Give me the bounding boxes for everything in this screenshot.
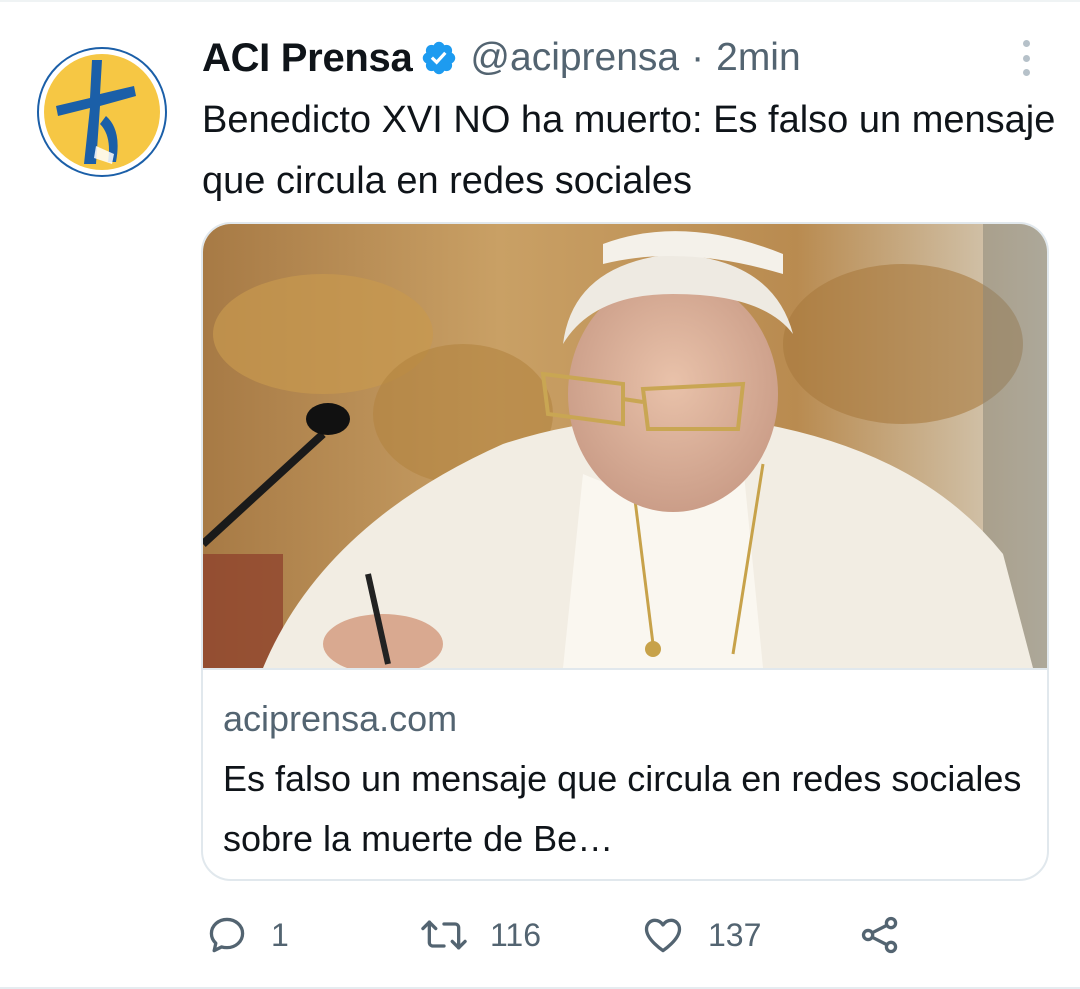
like-button[interactable]: 137 (640, 907, 761, 963)
more-vertical-icon[interactable] (1012, 40, 1040, 76)
card-domain: aciprensa.com (223, 698, 458, 739)
retweet-icon (420, 913, 468, 957)
tweet-timestamp[interactable]: 2min (716, 36, 801, 80)
reply-button[interactable]: 1 (205, 907, 289, 963)
tweet-header: ACI Prensa @aciprensa · 2min (202, 30, 801, 86)
link-card[interactable]: aciprensa.com Es falso un mensaje que ci… (201, 222, 1049, 881)
reply-icon (205, 913, 249, 957)
retweet-button[interactable]: 116 (420, 907, 541, 963)
verified-badge-icon (420, 39, 458, 77)
header-separator: · (691, 36, 705, 79)
tweet-container[interactable]: ACI Prensa @aciprensa · 2min Benedicto X… (0, 0, 1080, 989)
like-count: 137 (708, 916, 762, 953)
card-image (203, 224, 1047, 670)
heart-icon (640, 913, 686, 957)
tweet-actions: 1 116 137 (0, 907, 1080, 963)
reply-count: 1 (271, 916, 289, 953)
user-handle[interactable]: @aciprensa (470, 36, 679, 80)
tweet-text: Benedicto XVI NO ha muerto: Es falso un … (202, 99, 1056, 202)
retweet-count: 116 (490, 916, 542, 953)
card-title: Es falso un mensaje que circula en redes… (223, 758, 1022, 859)
display-name[interactable]: ACI Prensa (202, 36, 413, 81)
share-icon (858, 913, 902, 957)
share-button[interactable] (858, 907, 902, 963)
avatar[interactable] (36, 46, 168, 178)
